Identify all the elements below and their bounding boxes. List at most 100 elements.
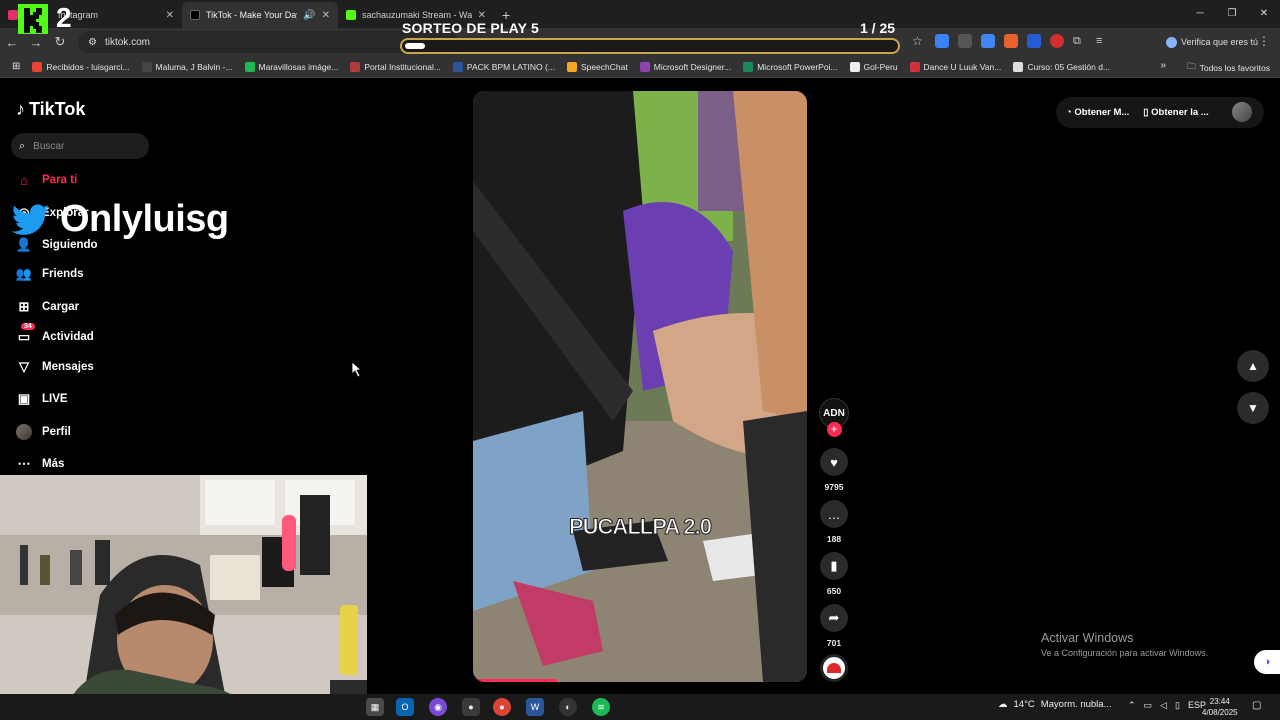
windows-taskbar: ▦ O ◉ ● ● W ◐ ≋ ☁ 14°C Mayorm. nubla... … bbox=[0, 694, 1280, 720]
close-tab-icon[interactable]: ✕ bbox=[478, 10, 486, 21]
giveaway-progress-fill bbox=[405, 43, 425, 49]
all-favorites[interactable]: 🗀 Todos los favoritos bbox=[1187, 61, 1270, 75]
close-tab-icon[interactable]: ✕ bbox=[166, 10, 174, 21]
spotify-icon[interactable]: ≋ bbox=[592, 698, 610, 716]
extension-icons: ☆ ⧉ ≡ bbox=[912, 34, 1110, 48]
translate-icon[interactable] bbox=[981, 34, 995, 48]
puzzle-icon[interactable]: ⧉ bbox=[1073, 34, 1087, 48]
bookmark-item[interactable]: Portal Institucional... bbox=[350, 61, 441, 72]
extension-icon[interactable] bbox=[1050, 34, 1064, 48]
sidebar-item-para-ti[interactable]: ⌂ Para ti bbox=[16, 172, 77, 188]
follow-plus-icon[interactable]: + bbox=[826, 422, 842, 437]
sidebar-item-cargar[interactable]: ⊞ Cargar bbox=[16, 299, 80, 315]
sidebar-item-friends[interactable]: 👥 Friends bbox=[16, 266, 84, 282]
site-info-icon[interactable]: ⚙ bbox=[88, 37, 97, 48]
get-pc-app-button[interactable]: ▯ Obtener la ... bbox=[1143, 107, 1208, 118]
bookmark-favicon-icon bbox=[1013, 61, 1024, 72]
bookmark-icon: ▮ bbox=[820, 552, 848, 580]
forward-icon[interactable]: → bbox=[24, 35, 48, 50]
music-disc-icon bbox=[820, 654, 848, 682]
bookmark-item[interactable]: PACK BPM LATINO (... bbox=[452, 61, 555, 72]
extension-icon[interactable] bbox=[958, 34, 972, 48]
share-button[interactable]: ➦ 701 bbox=[815, 604, 853, 648]
word-icon[interactable]: W bbox=[526, 698, 544, 716]
menu-icon[interactable]: ⋮ bbox=[1258, 34, 1270, 48]
bookmark-item[interactable]: Recibidos - luisgarci... bbox=[32, 61, 130, 72]
video-progress-bar[interactable] bbox=[473, 679, 557, 682]
chrome-profile-icon[interactable]: ● bbox=[493, 698, 511, 716]
floating-extension-button[interactable]: ◑ bbox=[1254, 650, 1280, 674]
media-icon[interactable]: ≡ bbox=[1096, 34, 1110, 48]
sidebar-item-mas[interactable]: ⋯ Más bbox=[16, 456, 65, 472]
next-video-button[interactable]: ▼ bbox=[1237, 392, 1269, 424]
extension-icon[interactable] bbox=[1027, 34, 1041, 48]
obs-icon[interactable]: ◐ bbox=[559, 698, 577, 716]
bookmark-label: Microsoft Designer... bbox=[653, 61, 732, 72]
extension-icon[interactable] bbox=[1004, 34, 1018, 48]
bookmark-item[interactable]: Dance U Luuk Van... bbox=[909, 61, 1001, 72]
taskbar-clock[interactable]: 23:44 4/08/2025 bbox=[1202, 696, 1238, 718]
video-frame-image bbox=[473, 91, 807, 682]
apps-icon[interactable]: ⊞ bbox=[12, 61, 20, 72]
save-button[interactable]: ▮ 650 bbox=[815, 552, 853, 596]
minimize-icon[interactable]: ─ bbox=[1184, 0, 1216, 28]
webcam-image bbox=[0, 475, 367, 720]
avatar-icon bbox=[16, 424, 32, 440]
bookmark-label: Recibidos - luisgarci... bbox=[46, 61, 130, 72]
extension-icon: ◑ bbox=[1263, 656, 1271, 668]
close-window-icon[interactable]: ✕ bbox=[1248, 0, 1280, 28]
close-tab-icon[interactable]: ✕ bbox=[322, 10, 330, 21]
bookmark-item[interactable]: Microsoft PowerPoi... bbox=[743, 61, 838, 72]
user-avatar[interactable] bbox=[1232, 102, 1252, 122]
activation-title: Activar Windows bbox=[1041, 631, 1134, 645]
sidebar-item-label: Para ti bbox=[42, 174, 78, 186]
search-input[interactable]: ⌕ Buscar bbox=[11, 133, 149, 159]
sidebar-item-live[interactable]: ▣ LIVE bbox=[16, 391, 68, 407]
weather-widget[interactable]: ☁ 14°C Mayorm. nubla... bbox=[998, 699, 1111, 710]
chevron-down-icon: ▼ bbox=[1247, 401, 1259, 415]
battery-icon[interactable]: ▯ bbox=[1175, 700, 1180, 711]
bookmark-item[interactable]: Maluma, J Balvin -... bbox=[141, 61, 233, 72]
bookmark-item[interactable]: Microsoft Designer... bbox=[639, 61, 732, 72]
sidebar-item-label: LIVE bbox=[42, 393, 68, 405]
bookmarks-overflow-icon[interactable]: » bbox=[1160, 60, 1166, 71]
video-player[interactable]: PUCALLPA 2.0 bbox=[473, 91, 807, 682]
restore-icon[interactable]: ❐ bbox=[1216, 0, 1248, 28]
creator-avatar[interactable]: ADN + bbox=[815, 398, 853, 437]
profile-verify-chip[interactable]: Verifica que eres tú bbox=[1165, 33, 1258, 51]
extension-icon[interactable] bbox=[935, 34, 949, 48]
tiktok-favicon-icon bbox=[190, 10, 200, 20]
star-icon[interactable]: ☆ bbox=[912, 34, 926, 48]
tray-overflow-icon[interactable]: ⌃ bbox=[1128, 700, 1136, 711]
back-icon[interactable]: ← bbox=[0, 35, 24, 50]
bookmark-item[interactable]: SpeechChat bbox=[566, 61, 628, 72]
tab-tiktok[interactable]: TikTok - Make Your Day 🔊 ✕ bbox=[182, 2, 338, 28]
reload-icon[interactable]: ↻ bbox=[48, 34, 72, 50]
music-disc[interactable] bbox=[815, 654, 853, 682]
bookmark-label: Maravillosas imáge... bbox=[258, 61, 339, 72]
folder-icon: 🗀 bbox=[1187, 61, 1196, 71]
browser-tab-bar: Instagram ✕ TikTok - Make Your Day 🔊 ✕ s… bbox=[0, 0, 1280, 28]
bookmark-item[interactable]: Maravillosas imáge... bbox=[244, 61, 339, 72]
network-icon[interactable]: ▭ bbox=[1144, 700, 1153, 711]
audio-icon[interactable]: 🔊 bbox=[303, 10, 315, 21]
sidebar-item-actividad[interactable]: ▭ 34 Actividad bbox=[16, 323, 94, 345]
bookmark-item[interactable]: Curso: 05 Gestión d... bbox=[1013, 61, 1110, 72]
bookmark-item[interactable]: Gol-Peru bbox=[849, 61, 898, 72]
file-explorer-icon[interactable]: ▦ bbox=[366, 698, 384, 716]
get-app-button[interactable]: ◔ Obtener M... bbox=[1066, 107, 1129, 118]
like-button[interactable]: ♥ 9795 bbox=[815, 448, 853, 492]
activation-subtitle: Ve a Configuración para activar Windows. bbox=[1041, 648, 1209, 658]
app-icon[interactable]: ◉ bbox=[429, 698, 447, 716]
tiktok-logo[interactable]: ♪ TikTok bbox=[16, 99, 85, 120]
send-icon: ▽ bbox=[19, 359, 29, 374]
kick-logo-icon bbox=[18, 4, 48, 34]
notifications-icon[interactable]: ▢ bbox=[1252, 700, 1261, 711]
previous-video-button[interactable]: ▲ bbox=[1237, 350, 1269, 382]
volume-icon[interactable]: ◁ bbox=[1160, 700, 1167, 711]
sidebar-item-perfil[interactable]: Perfil bbox=[16, 424, 71, 440]
chrome-icon[interactable]: ● bbox=[462, 698, 480, 716]
outlook-icon[interactable]: O bbox=[396, 698, 414, 716]
comment-button[interactable]: … 188 bbox=[815, 500, 853, 544]
sidebar-item-mensajes[interactable]: ▽ Mensajes bbox=[16, 359, 94, 375]
